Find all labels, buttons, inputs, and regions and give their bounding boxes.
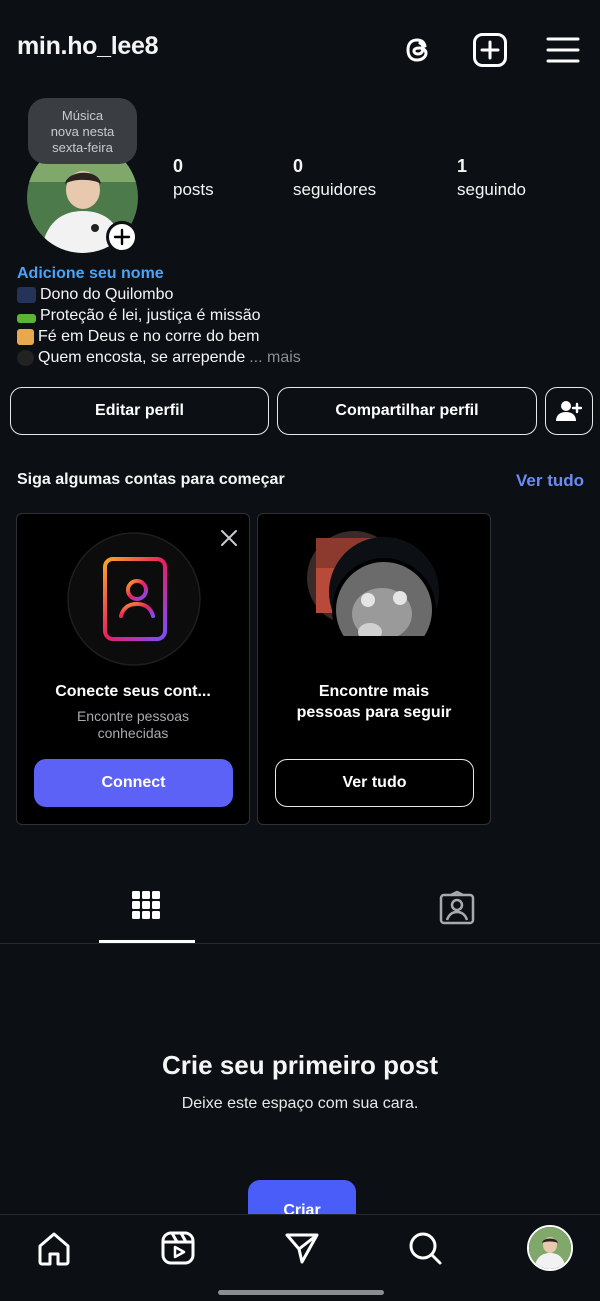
bio-text: Fé em Deus e no corre do bem <box>38 328 260 345</box>
contacts-book-icon <box>67 532 201 666</box>
bio-text: Dono do Quilombo <box>40 286 174 303</box>
menu-icon[interactable] <box>544 31 582 69</box>
add-person-button[interactable] <box>545 387 593 435</box>
close-icon[interactable] <box>219 528 239 548</box>
following-label[interactable]: seguindo <box>457 180 526 200</box>
profile-username[interactable]: min.ho_lee8 <box>17 32 159 61</box>
bio-text: Quem encosta, se arrepende <box>38 349 246 366</box>
tab-divider <box>0 943 600 944</box>
bio-line: Dono do Quilombo <box>17 286 173 304</box>
search-icon[interactable] <box>405 1228 445 1268</box>
music-note-bubble[interactable]: Música nova nesta sexta-feira <box>28 98 137 164</box>
suggestions-title: Siga algumas contas para começar <box>17 471 285 488</box>
followers-label[interactable]: seguidores <box>293 180 376 200</box>
grid-icon[interactable] <box>130 888 162 924</box>
followers-count[interactable]: 0 <box>293 156 303 177</box>
note-line: nova nesta <box>50 124 115 139</box>
posts-label[interactable]: posts <box>173 180 214 200</box>
bio-line: Proteção é lei, justiça é missão <box>17 307 261 325</box>
water-pistol-emoji-icon <box>17 313 36 323</box>
card-title: pessoas para seguir <box>296 704 452 721</box>
connect-contacts-card: Conecte seus cont... Encontre pessoas co… <box>16 513 250 825</box>
bio-line: Fé em Deus e no corre do bem <box>17 328 259 346</box>
reels-icon[interactable] <box>158 1228 198 1268</box>
card-title: Encontre mais <box>318 683 430 700</box>
bio-text: Proteção é lei, justiça é missão <box>40 307 261 324</box>
add-name-link[interactable]: Adicione seu nome <box>17 265 164 283</box>
see-all-link[interactable]: Ver tudo <box>516 471 584 491</box>
following-count[interactable]: 1 <box>457 156 467 177</box>
praying-hands-emoji-icon <box>17 329 34 345</box>
bio-line[interactable]: Quem encosta, se arrepende... mais <box>17 349 301 367</box>
system-home-indicator[interactable] <box>218 1290 384 1295</box>
more-link[interactable]: ... mais <box>249 349 301 367</box>
share-profile-button[interactable]: Compartilhar perfil <box>277 387 537 435</box>
suggested-avatars <box>306 530 440 636</box>
find-people-see-all-button[interactable]: Ver tudo <box>275 759 474 807</box>
night-city-emoji-icon <box>17 287 36 303</box>
profile-avatar[interactable] <box>527 1225 573 1271</box>
home-icon[interactable] <box>34 1228 74 1268</box>
connect-button[interactable]: Connect <box>34 759 233 807</box>
black-heart-emoji-icon <box>17 350 34 366</box>
note-line: sexta-feira <box>52 140 113 155</box>
posts-count[interactable]: 0 <box>173 156 183 177</box>
note-line: Música <box>61 108 104 123</box>
add-person-icon <box>556 401 582 421</box>
find-people-card: Encontre mais pessoas para seguir Ver tu… <box>257 513 491 825</box>
card-subtitle: Encontre pessoas <box>76 708 190 724</box>
send-icon[interactable] <box>282 1228 322 1268</box>
edit-profile-button[interactable]: Editar perfil <box>10 387 269 435</box>
threads-icon[interactable] <box>399 31 437 69</box>
empty-state-title: Crie seu primeiro post <box>162 1050 438 1080</box>
empty-state-subtitle: Deixe este espaço com sua cara. <box>181 1095 419 1112</box>
plus-square-icon[interactable] <box>471 31 509 69</box>
card-subtitle: conhecidas <box>97 725 169 741</box>
card-title: Conecte seus cont... <box>55 683 211 700</box>
add-story-icon[interactable] <box>106 221 138 253</box>
tagged-icon[interactable] <box>439 890 475 926</box>
